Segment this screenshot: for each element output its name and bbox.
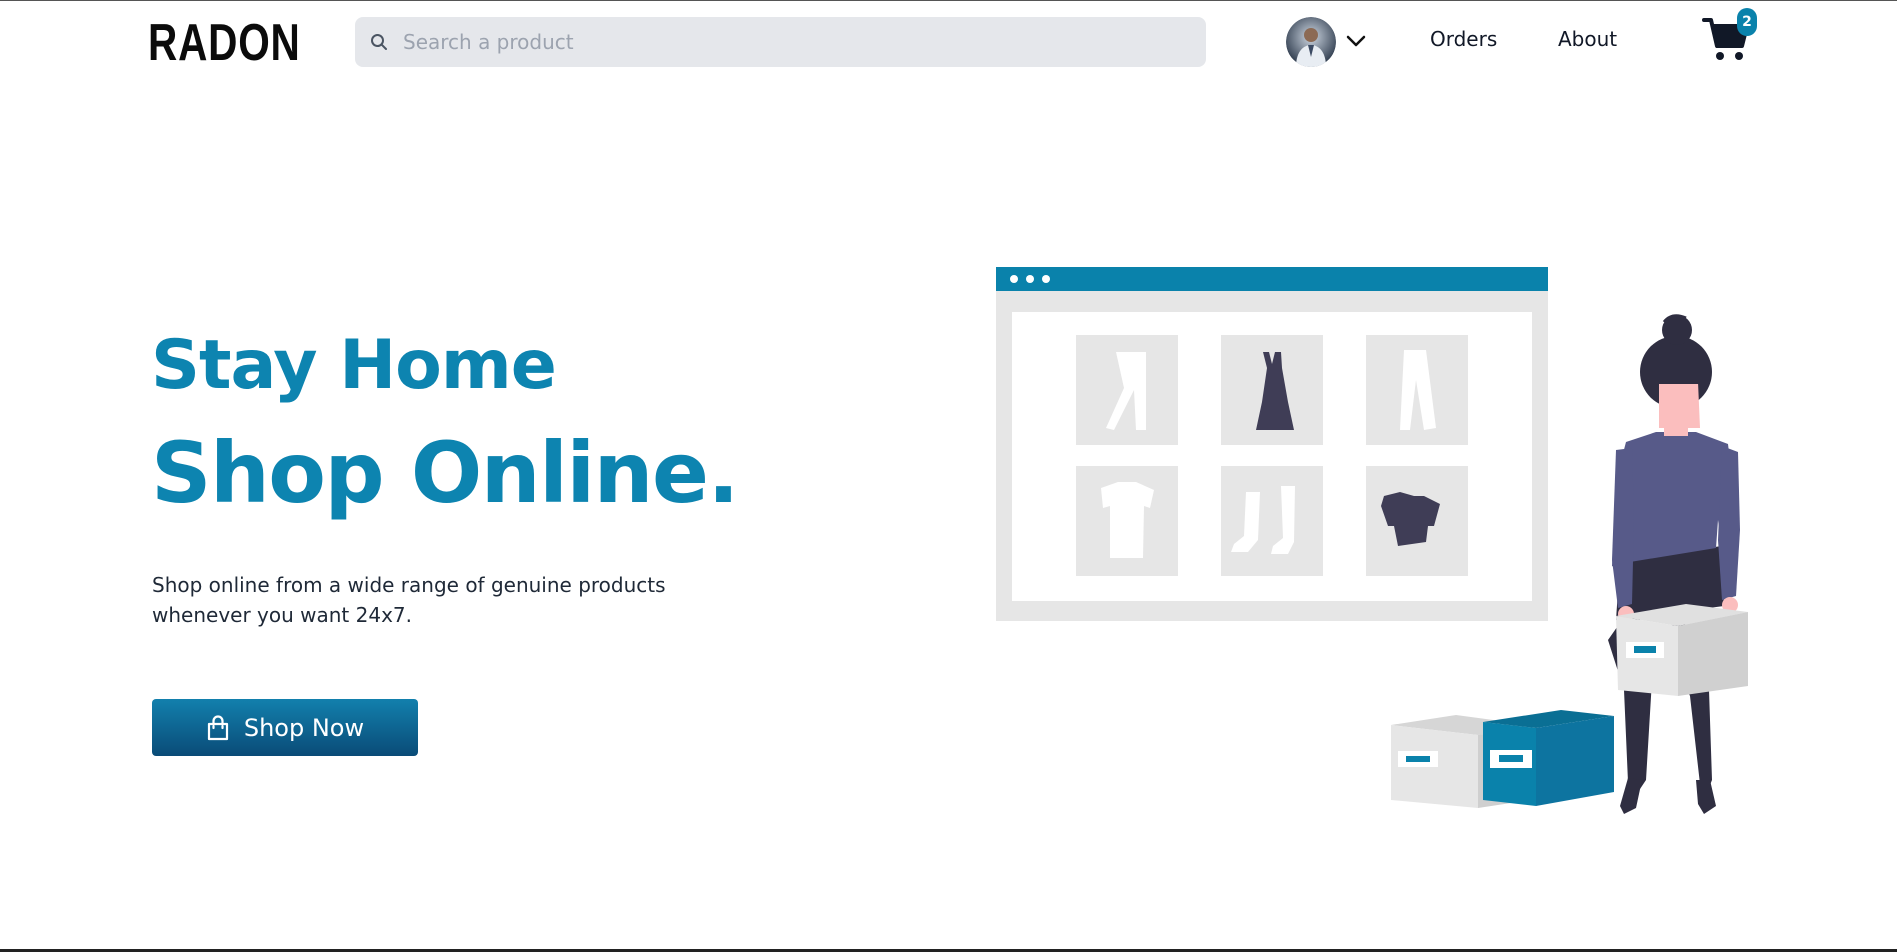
person-graphic xyxy=(1608,314,1748,814)
hero-description: Shop online from a wide range of genuine… xyxy=(152,573,666,627)
shop-now-label: Shop Now xyxy=(243,713,365,742)
search-icon xyxy=(369,32,389,52)
avatar[interactable] xyxy=(1286,17,1336,67)
boxes-graphic xyxy=(1391,710,1614,808)
hero-headline-line1: Stay Home xyxy=(151,326,557,405)
browser-window-graphic xyxy=(996,267,1548,621)
nav-about[interactable]: About xyxy=(1558,27,1617,51)
search-bar[interactable] xyxy=(355,17,1206,67)
hero-headline-line2: Shop Online. xyxy=(151,424,739,522)
brand-logo[interactable]: RADON xyxy=(148,14,301,72)
search-input[interactable] xyxy=(403,30,1206,54)
shopping-bag-icon xyxy=(206,714,230,741)
top-border xyxy=(0,0,1897,1)
chevron-down-icon[interactable] xyxy=(1345,30,1367,52)
cart-count-badge: 2 xyxy=(1737,8,1757,36)
shop-now-button[interactable]: Shop Now xyxy=(152,699,418,756)
nav-orders[interactable]: Orders xyxy=(1430,27,1497,51)
online-shopping-illustration xyxy=(996,267,1748,814)
